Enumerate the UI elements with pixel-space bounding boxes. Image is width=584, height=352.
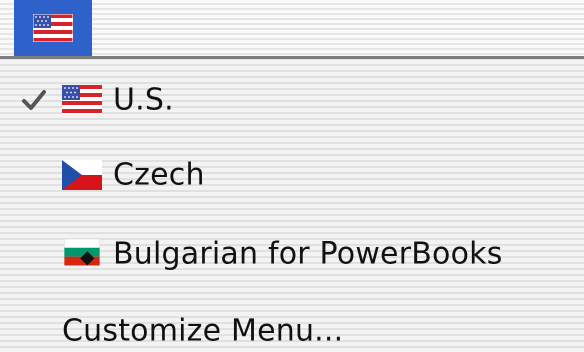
us-flag-icon bbox=[33, 14, 73, 42]
keyboard-layout-menu: U.S. Czech Bulgarian for PowerBooks Cust… bbox=[0, 59, 584, 352]
czech-flag-icon bbox=[62, 160, 102, 190]
menu-item-bulgarian-powerbooks[interactable]: Bulgarian for PowerBooks bbox=[0, 226, 584, 282]
us-flag-icon bbox=[62, 85, 102, 115]
menu-item-czech[interactable]: Czech bbox=[0, 147, 584, 203]
menu-item-label: Czech bbox=[113, 157, 205, 193]
menu-item-us[interactable]: U.S. bbox=[0, 72, 584, 128]
customize-menu-item[interactable]: Customize Menu... bbox=[0, 303, 584, 352]
checkmark-icon bbox=[20, 86, 48, 114]
screen: U.S. Czech Bulgarian for PowerBooks Cust… bbox=[0, 0, 584, 352]
menu-item-label: Customize Menu... bbox=[62, 313, 344, 349]
bulgarian-flag-icon bbox=[64, 239, 100, 266]
keyboard-layout-menu-button[interactable] bbox=[14, 0, 92, 56]
menu-item-label: Bulgarian for PowerBooks bbox=[113, 236, 503, 272]
menu-bar-empty-area bbox=[92, 0, 584, 56]
menu-bar bbox=[0, 0, 584, 56]
menu-item-label: U.S. bbox=[113, 82, 174, 118]
